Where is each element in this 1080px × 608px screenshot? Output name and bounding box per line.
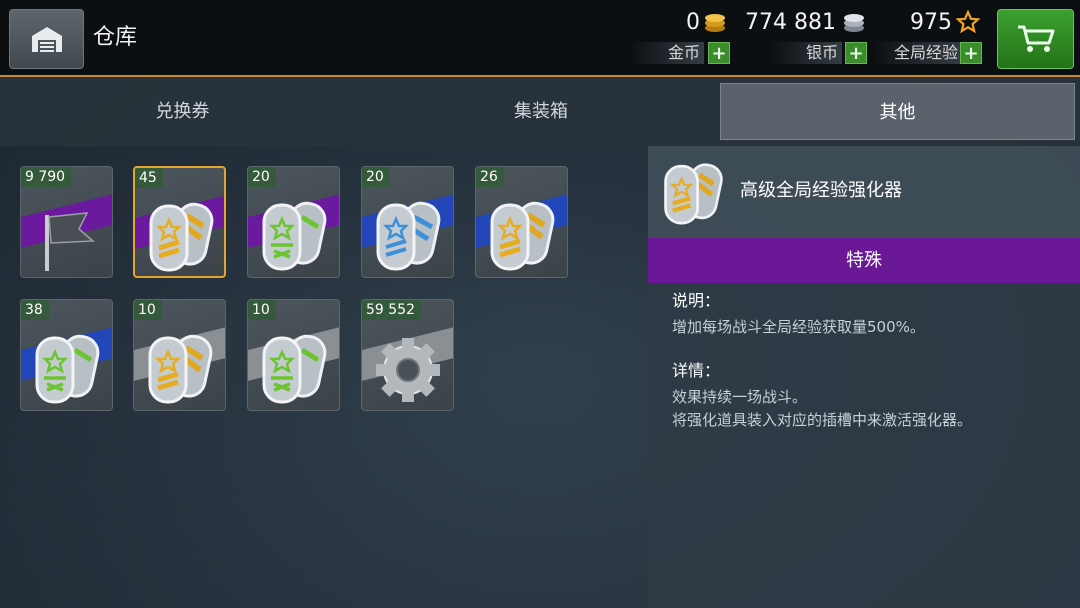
tab-other[interactable]: 其他 [720, 83, 1075, 140]
item-count: 59 552 [362, 300, 421, 320]
item-count: 10 [134, 300, 162, 320]
add-silver-button[interactable]: + [845, 42, 867, 64]
item-gear[interactable]: 59 552 [361, 299, 454, 411]
global-xp-amount: 975 [910, 10, 952, 35]
item-green-crew-booster[interactable]: 10 [247, 299, 340, 411]
silver-amount: 774 881 [745, 10, 836, 35]
item-count: 20 [248, 167, 276, 187]
home-button[interactable] [9, 9, 84, 69]
tab-containers[interactable]: 集装箱 [365, 83, 717, 140]
details-line: 将强化道具装入对应的插槽中来激活强化器。 [672, 411, 973, 429]
blue-booster-icon [376, 201, 441, 271]
top-bar: 仓库 0 金币 + 774 881 银币 + 975 全局经验 + [0, 0, 1080, 77]
star-icon [956, 10, 980, 34]
add-global-xp-button[interactable]: + [960, 42, 982, 64]
item-count: 10 [248, 300, 276, 320]
item-count: 26 [476, 167, 504, 187]
gear-icon [376, 338, 440, 402]
flag-icon [45, 212, 95, 271]
gold-xp-booster-icon [664, 163, 723, 225]
green-crew-booster-icon [262, 334, 327, 404]
gold-label: 金币 [630, 42, 704, 64]
shop-cart-button[interactable] [997, 9, 1074, 69]
details-title: 详情： [672, 361, 721, 380]
item-name: 高级全局经验强化器 [740, 180, 902, 201]
category-tabs: 兑换券 集装箱 其他 [0, 77, 1080, 146]
tab-vouchers[interactable]: 兑换券 [0, 83, 365, 140]
cart-icon [1018, 25, 1055, 52]
gold-coins-icon [705, 14, 725, 32]
silver-label: 银币 [770, 42, 842, 64]
rarity-banner: 特殊 [648, 238, 1080, 283]
item-count: 38 [21, 300, 49, 320]
gold-xp-booster-icon [490, 201, 555, 271]
item-detail-panel: 高级全局经验强化器 特殊 说明： 增加每场战斗全局经验获取量500%。 详情： … [648, 146, 1080, 608]
item-gold-xp-booster[interactable]: 45 [133, 166, 226, 278]
description-title: 说明： [672, 291, 721, 310]
add-gold-button[interactable]: + [708, 42, 730, 64]
green-crew-booster-icon [35, 334, 100, 404]
details-line: 效果持续一场战斗。 [672, 388, 808, 406]
item-gold-xp-booster[interactable]: 10 [133, 299, 226, 411]
detail-header: 高级全局经验强化器 [648, 146, 1080, 238]
item-green-crew-booster[interactable]: 20 [247, 166, 340, 278]
gold-xp-booster-icon [148, 334, 213, 404]
item-blue-booster[interactable]: 20 [361, 166, 454, 278]
green-crew-booster-icon [262, 201, 327, 271]
item-flag[interactable]: 9 790 [20, 166, 113, 278]
garage-icon [32, 27, 62, 52]
gold-xp-booster-icon [149, 202, 214, 272]
item-count: 9 790 [21, 167, 72, 187]
description-text: 增加每场战斗全局经验获取量500%。 [672, 318, 925, 336]
silver-coins-icon [844, 14, 864, 32]
item-count: 45 [135, 168, 163, 188]
item-gold-xp-booster[interactable]: 26 [475, 166, 568, 278]
page-title: 仓库 [93, 25, 138, 50]
item-green-crew-booster[interactable]: 38 [20, 299, 113, 411]
gold-amount: 0 [686, 10, 700, 35]
item-count: 20 [362, 167, 390, 187]
global-xp-label: 全局经验 [872, 42, 962, 64]
